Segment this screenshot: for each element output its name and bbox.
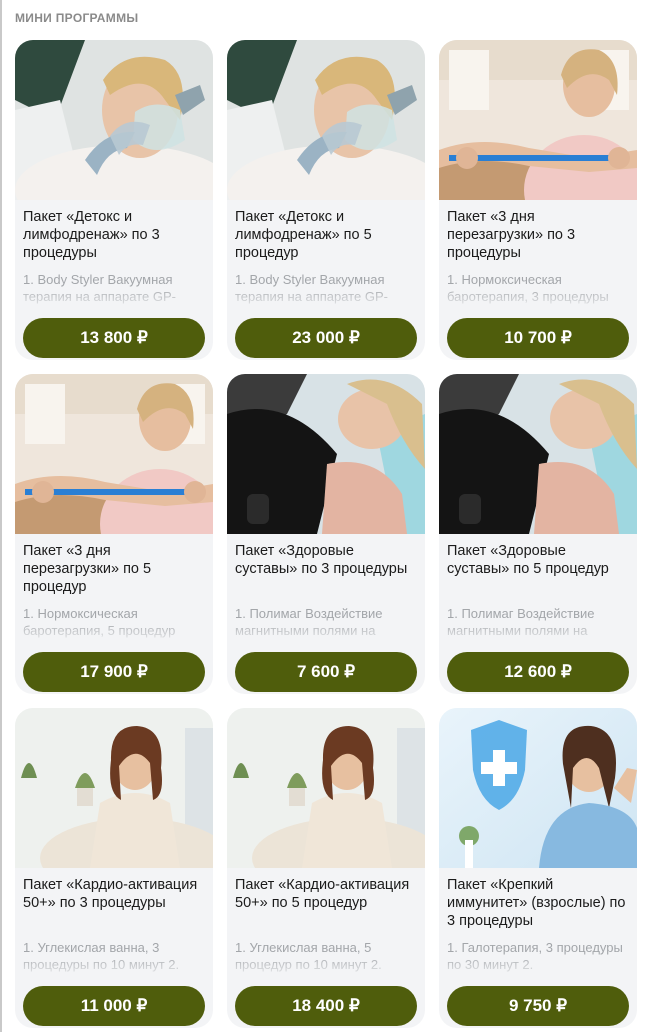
price-button[interactable]: 12 600 ₽ [447, 652, 629, 692]
card-title[interactable]: Пакет «3 дня перезагрузки» по 3 процедур… [447, 208, 629, 264]
programs-grid: Пакет «Детокс и лимфодренаж» по 3 процед… [15, 40, 637, 1028]
card-description: 1. Галотерапия, 3 процедуры по 30 минут … [447, 940, 623, 972]
card-description: 1. Нормоксическая баротерапия, 3 процеду… [447, 272, 609, 304]
card-title[interactable]: Пакет «Здоровые суставы» по 5 процедур [447, 542, 629, 598]
woman-magnetotherapy-photo [439, 374, 637, 534]
card-body: Пакет «Крепкий иммунитет» (взрослые) по … [439, 868, 637, 1028]
woman-immunity-shield-photo [439, 708, 637, 868]
price-button[interactable]: 9 750 ₽ [447, 986, 629, 1026]
price-button[interactable]: 13 800 ₽ [23, 318, 205, 358]
card-body: Пакет «Кардио-активация 50+» по 5 процед… [227, 868, 425, 1028]
price-button[interactable]: 23 000 ₽ [235, 318, 417, 358]
card-title[interactable]: Пакет «Детокс и лимфодренаж» по 5 процед… [235, 208, 417, 264]
card-title[interactable]: Пакет «Крепкий иммунитет» (взрослые) по … [447, 876, 629, 932]
card-description: 1. Углекислая ванна, 5 процедур по 10 ми… [235, 940, 382, 972]
card-body: Пакет «3 дня перезагрузки» по 3 процедур… [439, 200, 637, 360]
card-title[interactable]: Пакет «Кардио-активация 50+» по 5 процед… [235, 876, 417, 932]
price-button[interactable]: 18 400 ₽ [235, 986, 417, 1026]
program-card[interactable]: Пакет «3 дня перезагрузки» по 3 процедур… [439, 40, 637, 360]
price-button[interactable]: 7 600 ₽ [235, 652, 417, 692]
card-description: 1. Body Styler Вакуумная терапия на аппа… [235, 272, 388, 304]
woman-resistance-band-photo [15, 374, 213, 534]
card-body: Пакет «Здоровые суставы» по 5 процедур 1… [439, 534, 637, 694]
woman-oxygen-mask-photo [227, 40, 425, 200]
card-title[interactable]: Пакет «Кардио-активация 50+» по 3 процед… [23, 876, 205, 932]
program-card[interactable]: Пакет «Кардио-активация 50+» по 3 процед… [15, 708, 213, 1028]
price-button[interactable]: 11 000 ₽ [23, 986, 205, 1026]
program-card[interactable]: Пакет «Детокс и лимфодренаж» по 3 процед… [15, 40, 213, 360]
card-title[interactable]: Пакет «3 дня перезагрузки» по 5 процедур [23, 542, 205, 598]
card-body: Пакет «Детокс и лимфодренаж» по 3 процед… [15, 200, 213, 360]
program-card[interactable]: Пакет «Здоровые суставы» по 3 процедуры … [227, 374, 425, 694]
program-card[interactable]: Пакет «Кардио-активация 50+» по 5 процед… [227, 708, 425, 1028]
woman-resistance-band-photo [439, 40, 637, 200]
card-description: 1. Нормоксическая баротерапия, 5 процеду… [23, 606, 176, 638]
price-button[interactable]: 17 900 ₽ [23, 652, 205, 692]
woman-armchair-photo [227, 708, 425, 868]
program-card[interactable]: Пакет «Детокс и лимфодренаж» по 5 процед… [227, 40, 425, 360]
price-button[interactable]: 10 700 ₽ [447, 318, 629, 358]
card-body: Пакет «Кардио-активация 50+» по 3 процед… [15, 868, 213, 1028]
card-body: Пакет «3 дня перезагрузки» по 5 процедур… [15, 534, 213, 694]
program-card[interactable]: Пакет «Крепкий иммунитет» (взрослые) по … [439, 708, 637, 1028]
card-description: 1. Углекислая ванна, 3 процедуры по 10 м… [23, 940, 180, 972]
card-description: 1. Полимаг Воздействие магнитными полями… [447, 606, 595, 638]
section-title: МИНИ ПРОГРАММЫ [15, 11, 139, 25]
card-description: 1. Body Styler Вакуумная терапия на аппа… [23, 272, 176, 304]
card-description: 1. Полимаг Воздействие магнитными полями… [235, 606, 383, 638]
program-card[interactable]: Пакет «Здоровые суставы» по 5 процедур 1… [439, 374, 637, 694]
card-title[interactable]: Пакет «Детокс и лимфодренаж» по 3 процед… [23, 208, 205, 264]
left-border [0, 0, 2, 1032]
program-card[interactable]: Пакет «3 дня перезагрузки» по 5 процедур… [15, 374, 213, 694]
card-body: Пакет «Детокс и лимфодренаж» по 5 процед… [227, 200, 425, 360]
card-body: Пакет «Здоровые суставы» по 3 процедуры … [227, 534, 425, 694]
woman-magnetotherapy-photo [227, 374, 425, 534]
card-title[interactable]: Пакет «Здоровые суставы» по 3 процедуры [235, 542, 417, 598]
woman-oxygen-mask-photo [15, 40, 213, 200]
woman-armchair-photo [15, 708, 213, 868]
